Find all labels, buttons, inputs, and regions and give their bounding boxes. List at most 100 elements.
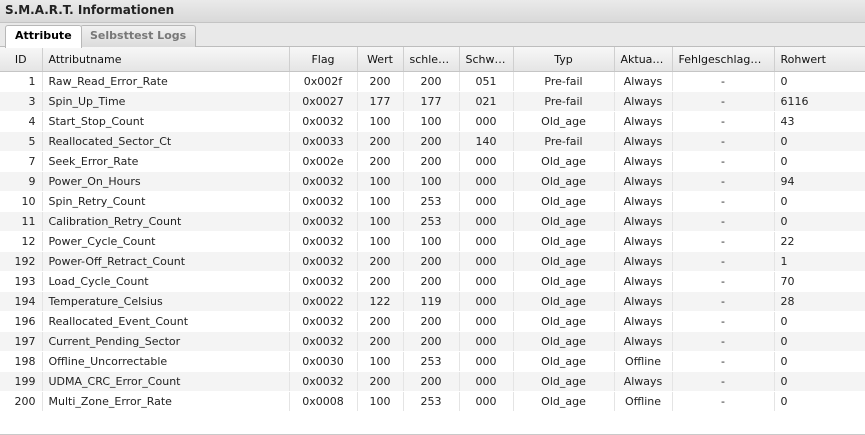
table-row[interactable]: 196 Reallocated_Event_Count 0x0032 200 200 00… bbox=[0, 311, 865, 332]
cell-id: 11 bbox=[0, 211, 43, 232]
cell-flag: 0x002f bbox=[289, 71, 358, 92]
table-row[interactable]: 194 Temperature_Celsius 0x0022 122 119 000 Old… bbox=[0, 291, 865, 312]
cell-updated: Always bbox=[614, 71, 673, 92]
table-row[interactable]: 5 Reallocated_Sector_Ct 0x0033 200 200 140 Pre… bbox=[0, 131, 865, 152]
cell-type: Old_age bbox=[513, 391, 615, 412]
table-row[interactable]: 1 Raw_Read_Error_Rate 0x002f 200 200 051 Pre-f… bbox=[0, 71, 865, 92]
cell-flag: 0x0032 bbox=[289, 191, 358, 212]
cell-type: Pre-fail bbox=[513, 71, 615, 92]
cell-raw-value: 0 bbox=[774, 391, 865, 412]
cell-value: 100 bbox=[357, 191, 404, 212]
cell-when-failed: - bbox=[672, 211, 775, 232]
table-row[interactable]: 193 Load_Cycle_Count 0x0032 200 200 000 Old_ag… bbox=[0, 271, 865, 292]
cell-raw-value: 0 bbox=[774, 311, 865, 332]
column-header-when-failed[interactable]: Fehlgeschlagen ... bbox=[672, 47, 775, 72]
table-row[interactable]: 9 Power_On_Hours 0x0032 100 100 000 Old_age Alw… bbox=[0, 171, 865, 192]
cell-attribute-name: Load_Cycle_Count bbox=[42, 271, 290, 292]
cell-value: 200 bbox=[357, 331, 404, 352]
cell-value: 100 bbox=[357, 231, 404, 252]
column-header-type[interactable]: Typ bbox=[513, 47, 615, 72]
tab-selftest-logs[interactable]: Selbsttest Logs bbox=[80, 25, 197, 47]
column-header-threshold[interactable]: Schwelle bbox=[459, 47, 514, 72]
cell-attribute-name: Reallocated_Sector_Ct bbox=[42, 131, 290, 152]
cell-type: Old_age bbox=[513, 271, 615, 292]
cell-type: Old_age bbox=[513, 231, 615, 252]
cell-raw-value: 43 bbox=[774, 111, 865, 132]
cell-flag: 0x0032 bbox=[289, 271, 358, 292]
cell-id: 193 bbox=[0, 271, 43, 292]
cell-flag: 0x0032 bbox=[289, 311, 358, 332]
table-body: 1 Raw_Read_Error_Rate 0x002f 200 200 051 Pre-f… bbox=[0, 71, 865, 412]
table-row[interactable]: 10 Spin_Retry_Count 0x0032 100 253 000 Old_age… bbox=[0, 191, 865, 212]
cell-attribute-name: UDMA_CRC_Error_Count bbox=[42, 371, 290, 392]
cell-flag: 0x0032 bbox=[289, 231, 358, 252]
cell-raw-value: 70 bbox=[774, 271, 865, 292]
cell-type: Old_age bbox=[513, 111, 615, 132]
cell-id: 3 bbox=[0, 91, 43, 112]
cell-type: Old_age bbox=[513, 191, 615, 212]
cell-id: 4 bbox=[0, 111, 43, 132]
table-row[interactable]: 12 Power_Cycle_Count 0x0032 100 100 000 Old_ag… bbox=[0, 231, 865, 252]
cell-when-failed: - bbox=[672, 111, 775, 132]
cell-threshold: 000 bbox=[459, 331, 514, 352]
tab-bar: Attribute Selbsttest Logs bbox=[0, 23, 865, 48]
column-header-attribute-name[interactable]: Attributname bbox=[42, 47, 290, 72]
table-row[interactable]: 200 Multi_Zone_Error_Rate 0x0008 100 253 000 O… bbox=[0, 391, 865, 412]
tab-attribute[interactable]: Attribute bbox=[5, 25, 82, 48]
cell-flag: 0x0008 bbox=[289, 391, 358, 412]
cell-type: Old_age bbox=[513, 351, 615, 372]
column-header-updated[interactable]: Aktualis... bbox=[614, 47, 673, 72]
cell-worst: 200 bbox=[403, 371, 460, 392]
cell-attribute-name: Spin_Retry_Count bbox=[42, 191, 290, 212]
column-header-value[interactable]: Wert bbox=[357, 47, 404, 72]
cell-updated: Always bbox=[614, 111, 673, 132]
cell-raw-value: 0 bbox=[774, 371, 865, 392]
cell-value: 100 bbox=[357, 171, 404, 192]
table-row[interactable]: 199 UDMA_CRC_Error_Count 0x0032 200 200 000 Ol… bbox=[0, 371, 865, 392]
cell-worst: 119 bbox=[403, 291, 460, 312]
cell-raw-value: 0 bbox=[774, 211, 865, 232]
column-header-raw-value[interactable]: Rohwert bbox=[774, 47, 865, 72]
cell-worst: 200 bbox=[403, 271, 460, 292]
cell-attribute-name: Temperature_Celsius bbox=[42, 291, 290, 312]
table-row[interactable]: 4 Start_Stop_Count 0x0032 100 100 000 Old_age A… bbox=[0, 111, 865, 132]
cell-flag: 0x0032 bbox=[289, 171, 358, 192]
cell-when-failed: - bbox=[672, 171, 775, 192]
column-header-flag[interactable]: Flag bbox=[289, 47, 358, 72]
cell-attribute-name: Power_On_Hours bbox=[42, 171, 290, 192]
table-row[interactable]: 197 Current_Pending_Sector 0x0032 200 200 000… bbox=[0, 331, 865, 352]
table-row[interactable]: 192 Power-Off_Retract_Count 0x0032 200 200 00… bbox=[0, 251, 865, 272]
cell-raw-value: 6116 bbox=[774, 91, 865, 112]
table-row[interactable]: 198 Offline_Uncorrectable 0x0030 100 253 000 O… bbox=[0, 351, 865, 372]
cell-when-failed: - bbox=[672, 71, 775, 92]
table-row[interactable]: 7 Seek_Error_Rate 0x002e 200 200 000 Old_age Al… bbox=[0, 151, 865, 172]
column-header-worst[interactable]: schlec... bbox=[403, 47, 460, 72]
cell-when-failed: - bbox=[672, 251, 775, 272]
cell-when-failed: - bbox=[672, 331, 775, 352]
cell-flag: 0x0027 bbox=[289, 91, 358, 112]
cell-type: Old_age bbox=[513, 371, 615, 392]
cell-worst: 200 bbox=[403, 331, 460, 352]
cell-updated: Always bbox=[614, 131, 673, 152]
cell-id: 198 bbox=[0, 351, 43, 372]
cell-when-failed: - bbox=[672, 271, 775, 292]
cell-attribute-name: Calibration_Retry_Count bbox=[42, 211, 290, 232]
cell-threshold: 000 bbox=[459, 211, 514, 232]
cell-value: 100 bbox=[357, 391, 404, 412]
column-header-id[interactable]: ID bbox=[0, 47, 43, 72]
cell-attribute-name: Seek_Error_Rate bbox=[42, 151, 290, 172]
cell-threshold: 000 bbox=[459, 311, 514, 332]
cell-raw-value: 0 bbox=[774, 351, 865, 372]
cell-when-failed: - bbox=[672, 91, 775, 112]
table-header-row: ID Attributname Flag Wert schlec... Schw… bbox=[0, 47, 865, 72]
cell-raw-value: 28 bbox=[774, 291, 865, 312]
cell-threshold: 000 bbox=[459, 291, 514, 312]
cell-flag: 0x0032 bbox=[289, 111, 358, 132]
table-row[interactable]: 11 Calibration_Retry_Count 0x0032 100 253 000… bbox=[0, 211, 865, 232]
cell-flag: 0x0033 bbox=[289, 131, 358, 152]
table-row[interactable]: 3 Spin_Up_Time 0x0027 177 177 021 Pre-fail Alwa… bbox=[0, 91, 865, 112]
cell-updated: Always bbox=[614, 291, 673, 312]
cell-value: 200 bbox=[357, 311, 404, 332]
cell-type: Pre-fail bbox=[513, 91, 615, 112]
cell-threshold: 000 bbox=[459, 391, 514, 412]
